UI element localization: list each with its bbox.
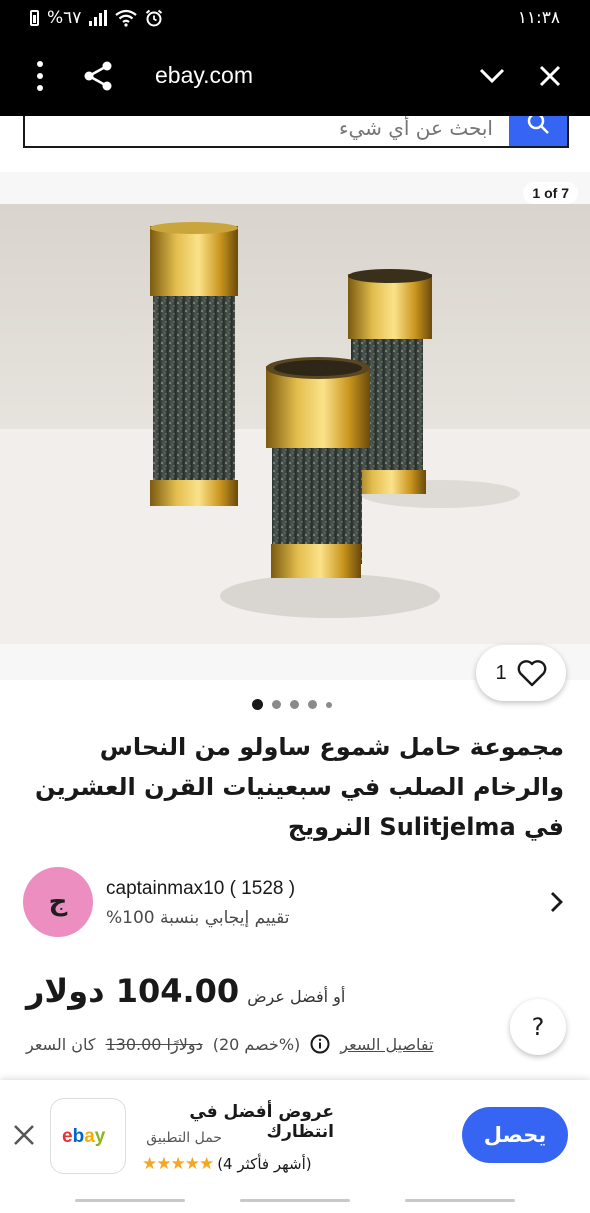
wifi-icon (115, 9, 138, 27)
gallery-pager (252, 699, 332, 710)
price-amount: 104.00 دولار (26, 972, 240, 1010)
close-browser-button[interactable] (528, 54, 572, 98)
price-block: أو أفضل عرض 104.00 دولار (26, 972, 345, 1010)
price-details-row: كان السعر 130.00 دولارًا (خصم 20%) تفاصي… (26, 1034, 433, 1054)
seller-avatar[interactable]: ج (23, 867, 93, 937)
app-icon[interactable]: ebay (50, 1098, 126, 1174)
info-icon[interactable] (310, 1034, 330, 1054)
signal-icon (89, 10, 108, 26)
pager-dot[interactable] (326, 701, 332, 708)
was-price: 130.00 دولارًا (105, 1034, 203, 1054)
seller-feedback: تقييم إيجابي بنسبة 100% (106, 908, 290, 928)
listing-title: مجموعة حامل شموع ساولو من النحاس والرخام… (35, 733, 564, 841)
browser-toolbar: ebay.com (0, 36, 590, 116)
get-app-button[interactable]: يحصل (462, 1107, 568, 1163)
battery-icon (30, 10, 39, 26)
collapse-button[interactable] (470, 54, 514, 98)
status-indicators: %٦٧ (30, 8, 163, 28)
share-icon (84, 61, 112, 91)
star-rating-icon: ★★★★★ (142, 1154, 214, 1174)
was-price-label: كان السعر (26, 1034, 96, 1054)
close-icon (539, 65, 561, 87)
share-button[interactable] (76, 54, 120, 98)
svg-text:ebay: ebay (62, 1126, 106, 1147)
ebay-logo: ebay (62, 1126, 106, 1147)
banner-subtitle: حمل التطبيق (146, 1130, 222, 1146)
more-options-button[interactable] (18, 54, 62, 98)
chevron-right-icon[interactable] (544, 890, 568, 914)
help-button[interactable]: ? (510, 999, 566, 1055)
alarm-icon (146, 9, 163, 27)
url-label[interactable]: ebay.com (155, 62, 253, 89)
seller-name[interactable]: captainmax10 ( 1528 ) (106, 878, 295, 900)
watch-count: 1 (495, 661, 507, 684)
status-bar: %٦٧ ١١:٣٨ (0, 0, 590, 36)
image-counter: 1 of 7 (523, 182, 578, 204)
system-nav-bar (0, 1193, 590, 1213)
watch-button[interactable]: 1 (476, 645, 566, 701)
image-gallery[interactable]: 1 of 7 1 (0, 172, 590, 701)
pager-dot-active[interactable] (252, 699, 263, 710)
close-icon[interactable] (12, 1123, 36, 1147)
battery-level: %٦٧ (47, 8, 82, 28)
discount-label: (خصم 20%) (212, 1034, 301, 1054)
clock: ١١:٣٨ (517, 8, 560, 28)
heart-icon (517, 660, 546, 687)
pager-dot[interactable] (290, 700, 299, 709)
rating-text: (4 أشهر فأكثر) (217, 1155, 312, 1173)
best-offer-label: أو أفضل عرض (247, 987, 346, 1006)
app-install-banner: ebay عروض أفضل في انتظارك حمل التطبيق ★★… (0, 1080, 590, 1193)
product-photo[interactable] (0, 204, 590, 644)
chevron-down-icon (479, 68, 505, 84)
pager-dot[interactable] (272, 700, 281, 709)
app-rating: ★★★★★ (4 أشهر فأكثر) (142, 1154, 312, 1174)
price-details-link[interactable]: تفاصيل السعر (340, 1035, 433, 1054)
pager-dot[interactable] (308, 700, 317, 709)
more-vertical-icon (37, 61, 43, 91)
